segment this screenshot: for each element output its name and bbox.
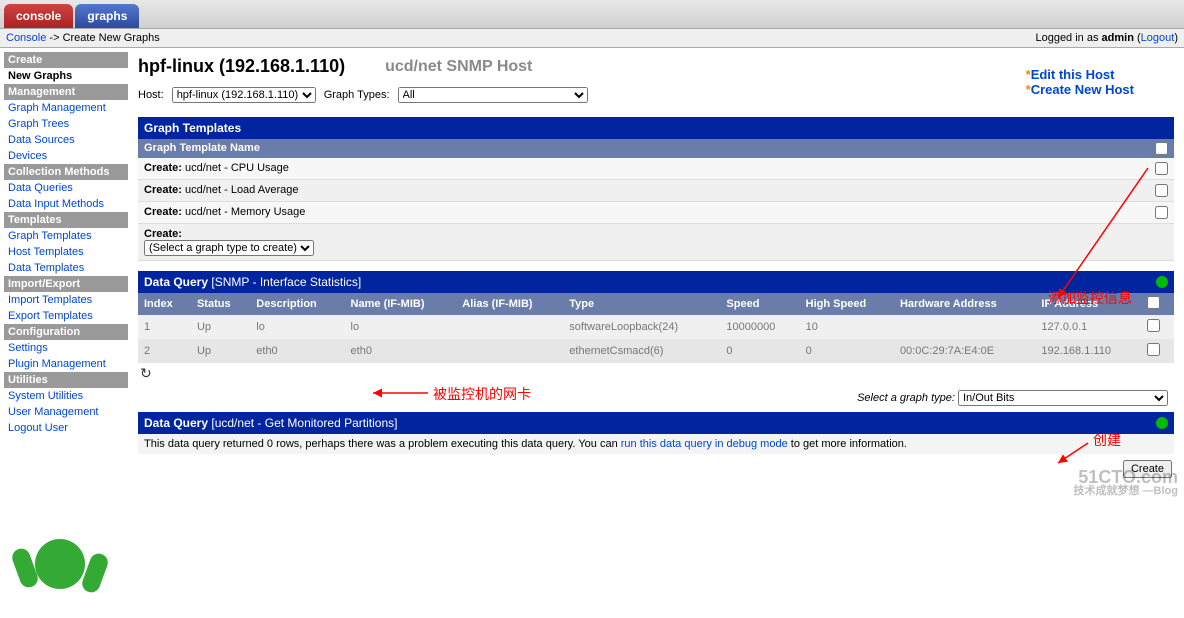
- dq1-col: Speed: [720, 293, 799, 315]
- select-graph-type[interactable]: In/Out Bits: [958, 390, 1168, 406]
- dq1-col: Index: [138, 293, 191, 315]
- create-host-link[interactable]: Create New Host: [1031, 82, 1134, 97]
- graph-types-label: Graph Types:: [324, 89, 390, 101]
- dq1-col: Name (IF-MIB): [345, 293, 457, 315]
- graph-types-select[interactable]: All: [398, 87, 588, 103]
- host-select[interactable]: hpf-linux (192.168.1.110): [172, 87, 316, 103]
- dq1-row[interactable]: 1UplolosoftwareLoopback(24)1000000010127…: [138, 315, 1174, 339]
- cactus-logo: [30, 528, 90, 618]
- sidebar-item[interactable]: Data Queries: [4, 180, 128, 196]
- star-links: *Edit this Host *Create New Host: [1026, 67, 1134, 97]
- select-graph-type-label: Select a graph type:: [857, 392, 955, 404]
- gt-row: Create: ucd/net - Load Average: [138, 180, 1174, 202]
- sidebar-item[interactable]: Graph Trees: [4, 116, 128, 132]
- debug-link[interactable]: run this data query in debug mode: [621, 438, 788, 450]
- sidebar-item[interactable]: Data Templates: [4, 260, 128, 276]
- sidebar-header: Management: [4, 84, 128, 100]
- dq1-col: Alias (IF-MIB): [456, 293, 563, 315]
- dq1-row[interactable]: 2Upeth0eth0ethernetCsmacd(6)0000:0C:29:7…: [138, 339, 1174, 363]
- sidebar-item[interactable]: Graph Templates: [4, 228, 128, 244]
- sidebar-item[interactable]: Data Sources: [4, 132, 128, 148]
- breadcrumb-sep: ->: [46, 32, 62, 44]
- sidebar-item[interactable]: System Utilities: [4, 388, 128, 404]
- tab-graphs[interactable]: graphs: [75, 4, 139, 28]
- sidebar-header: Import/Export: [4, 276, 128, 292]
- sidebar-header: Create: [4, 52, 128, 68]
- host-label: Host:: [138, 89, 164, 101]
- sidebar-item[interactable]: Data Input Methods: [4, 196, 128, 212]
- dq1-header: Data Query [SNMP - Interface Statistics]: [138, 271, 1174, 293]
- dq1-col: IP Address: [1035, 293, 1141, 315]
- login-status: Logged in as admin (Logout): [1035, 32, 1178, 44]
- dq1-row-check[interactable]: [1147, 343, 1160, 356]
- gt-create-select[interactable]: (Select a graph type to create): [144, 240, 314, 256]
- gt-row: Create: ucd/net - Memory Usage: [138, 202, 1174, 224]
- dq1-col: Description: [250, 293, 344, 315]
- dq1-table: IndexStatusDescriptionName (IF-MIB)Alias…: [138, 293, 1174, 363]
- gt-checkall[interactable]: [1155, 142, 1168, 155]
- dq1-col: Type: [563, 293, 720, 315]
- dq2-note: This data query returned 0 rows, perhaps…: [138, 434, 1174, 454]
- sidebar-item[interactable]: Host Templates: [4, 244, 128, 260]
- gt-row: Create: ucd/net - CPU Usage: [138, 158, 1174, 180]
- sidebar-item[interactable]: Import Templates: [4, 292, 128, 308]
- edit-host-link[interactable]: Edit this Host: [1031, 67, 1115, 82]
- graph-templates-subheader: Graph Template Name: [138, 139, 1174, 158]
- sidebar-item[interactable]: Plugin Management: [4, 356, 128, 372]
- dq2-header: Data Query [ucd/net - Get Monitored Part…: [138, 412, 1174, 434]
- tab-console[interactable]: console: [4, 4, 73, 28]
- sidebar-item[interactable]: User Management: [4, 404, 128, 420]
- dq1-col: Status: [191, 293, 250, 315]
- top-tabs: console graphs: [0, 0, 1184, 28]
- dq1-checkall[interactable]: [1147, 296, 1160, 309]
- reload-arrow-icon[interactable]: ↻: [138, 363, 154, 384]
- sidebar-item[interactable]: Settings: [4, 340, 128, 356]
- reload-dq2-icon[interactable]: [1156, 417, 1168, 429]
- gt-row-check[interactable]: [1155, 162, 1168, 175]
- logout-link[interactable]: Logout: [1141, 32, 1175, 44]
- graph-templates-header: Graph Templates: [138, 117, 1174, 139]
- breadcrumb-page: Create New Graphs: [63, 32, 160, 44]
- reload-dq1-icon[interactable]: [1156, 276, 1168, 288]
- sidebar-item[interactable]: Export Templates: [4, 308, 128, 324]
- sidebar-item[interactable]: Devices: [4, 148, 128, 164]
- host-type: ucd/net SNMP Host: [385, 58, 532, 76]
- sidebar-item[interactable]: Logout User: [4, 420, 128, 436]
- sidebar-item[interactable]: New Graphs: [4, 68, 128, 84]
- breadcrumb-bar: Console -> Create New Graphs Logged in a…: [0, 28, 1184, 48]
- create-button[interactable]: Create: [1123, 460, 1172, 478]
- sidebar-header: Utilities: [4, 372, 128, 388]
- sidebar: CreateNew GraphsManagementGraph Manageme…: [0, 48, 128, 508]
- sidebar-item[interactable]: Graph Management: [4, 100, 128, 116]
- gt-row-check[interactable]: [1155, 184, 1168, 197]
- sidebar-header: Templates: [4, 212, 128, 228]
- sidebar-header: Configuration: [4, 324, 128, 340]
- gt-row-check[interactable]: [1155, 206, 1168, 219]
- dq1-row-check[interactable]: [1147, 319, 1160, 332]
- sidebar-header: Collection Methods: [4, 164, 128, 180]
- dq1-col: High Speed: [800, 293, 894, 315]
- dq1-col: Hardware Address: [894, 293, 1035, 315]
- gt-create-last-label: Create:: [144, 228, 182, 240]
- page-title: hpf-linux (192.168.1.110): [138, 56, 345, 77]
- breadcrumb-console[interactable]: Console: [6, 32, 46, 44]
- main: hpf-linux (192.168.1.110) ucd/net SNMP H…: [128, 48, 1184, 508]
